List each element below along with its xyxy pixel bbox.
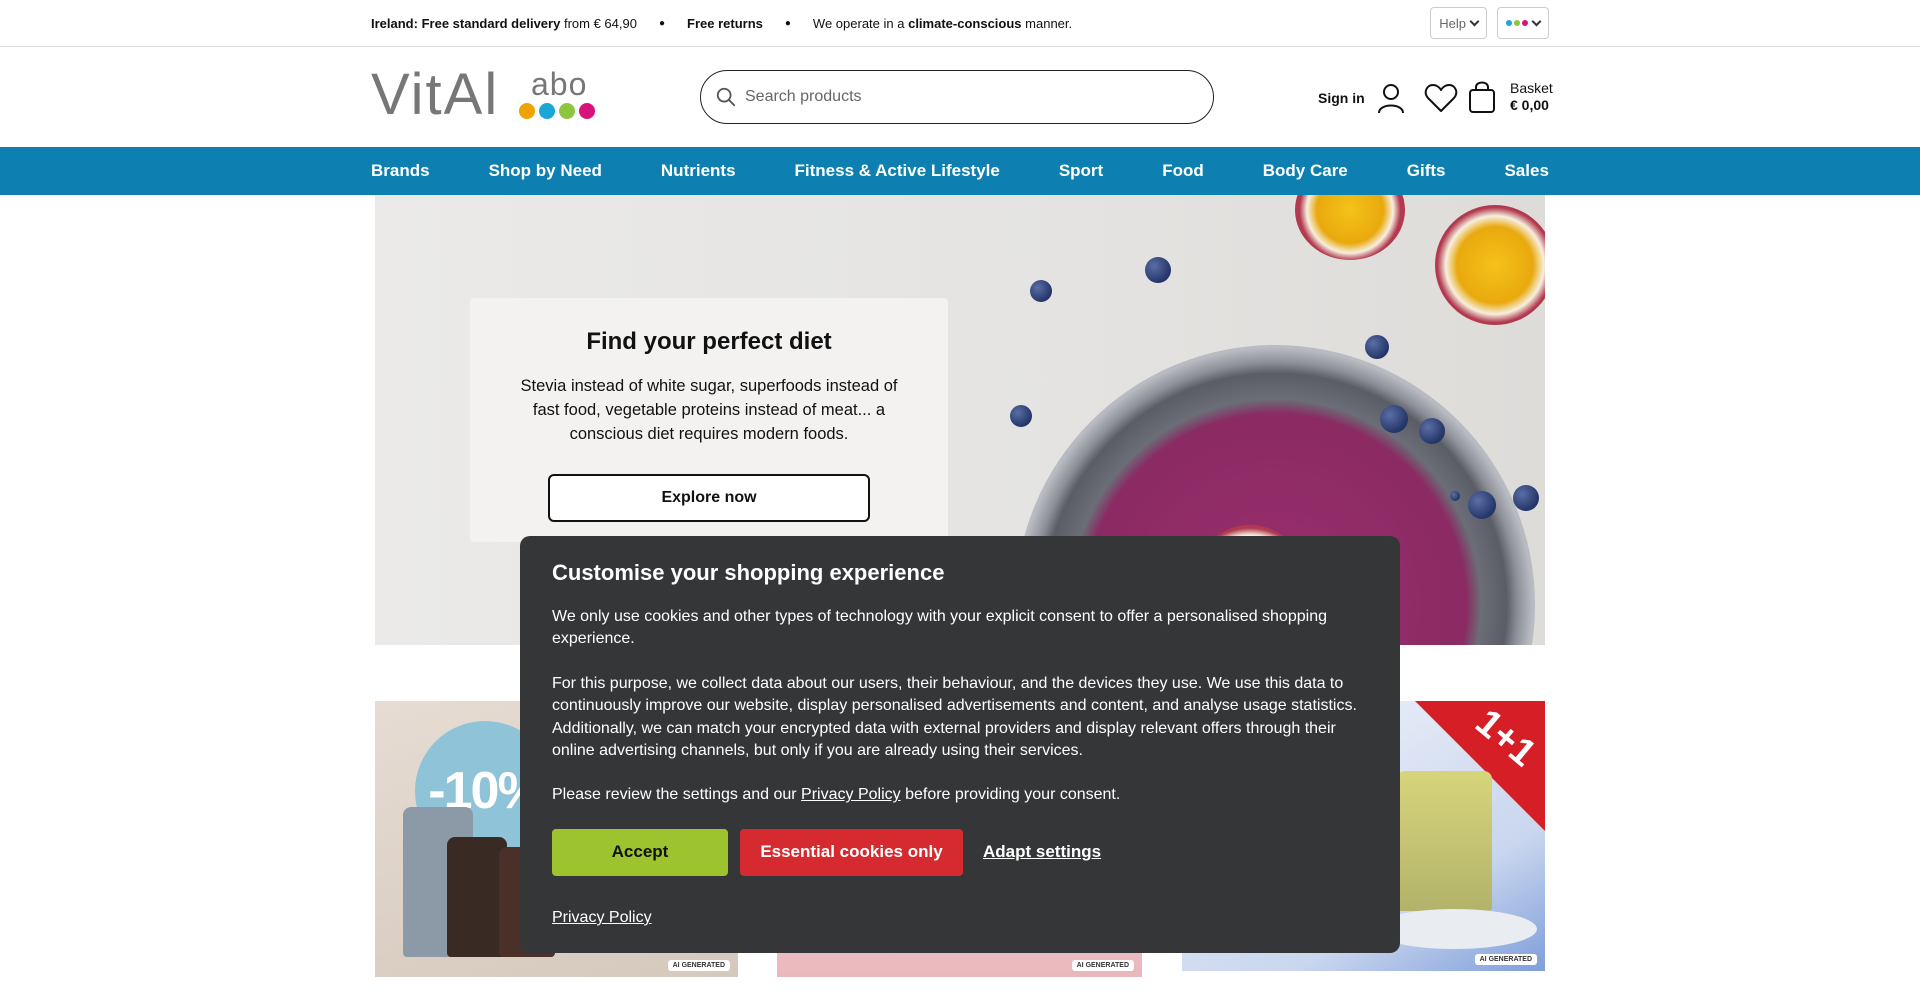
- delivery-country: Ireland:: [371, 15, 418, 31]
- privacy-policy-link[interactable]: Privacy Policy: [552, 909, 652, 927]
- adapt-settings-link[interactable]: Adapt settings: [983, 842, 1101, 862]
- ai-generated-badge: AI GENERATED: [1474, 954, 1537, 965]
- site-header: VitAl abo Sign in Basket € 0,00: [0, 47, 1920, 147]
- brand-dots-icon: [1506, 20, 1528, 26]
- nav-item-sales[interactable]: Sales: [1504, 161, 1548, 181]
- cookie-p3-pre: Please review the settings and our: [552, 786, 797, 804]
- climate-post: manner.: [1025, 15, 1073, 31]
- accept-button[interactable]: Accept: [552, 828, 728, 876]
- delivery-info: Ireland: Free standard delivery from € 6…: [371, 16, 637, 31]
- separator-dot: ●: [784, 17, 791, 29]
- climate-pre: We operate in a: [812, 15, 905, 31]
- cookie-title: Customise your shopping experience: [552, 560, 945, 585]
- chevron-down-icon: [1531, 16, 1542, 26]
- basket-summary: Basket € 0,00: [1510, 80, 1553, 114]
- main-navigation: Brands Shop by Need Nutrients Fitness & …: [0, 147, 1920, 195]
- nav-item-brands[interactable]: Brands: [371, 161, 430, 181]
- ai-generated-badge: AI GENERATED: [1071, 960, 1134, 971]
- search-icon: [716, 87, 736, 107]
- nav-item-gifts[interactable]: Gifts: [1407, 161, 1446, 181]
- cookie-paragraph-1: We only use cookies and other types of t…: [552, 608, 1327, 648]
- nav-item-nutrients[interactable]: Nutrients: [661, 161, 736, 181]
- help-dropdown[interactable]: Help: [1430, 7, 1487, 39]
- basket-label: Basket: [1510, 80, 1553, 96]
- cookie-p3-post: before providing your consent.: [905, 786, 1121, 804]
- logo-sub-text: abo: [531, 66, 588, 102]
- search-bar[interactable]: [700, 70, 1214, 124]
- climate-info: We operate in a climate-conscious manner…: [813, 16, 1072, 31]
- cookie-consent-dialog: Customise your shopping experience We on…: [520, 536, 1400, 953]
- hero-description: Stevia instead of white sugar, superfood…: [520, 377, 898, 443]
- shopping-bag-icon: [1464, 79, 1500, 115]
- nav-item-shop-by-need[interactable]: Shop by Need: [489, 161, 602, 181]
- country-dropdown[interactable]: [1497, 7, 1549, 39]
- top-info-bar: Ireland: Free standard delivery from € 6…: [0, 0, 1920, 47]
- search-input[interactable]: [745, 88, 1185, 106]
- nav-item-food[interactable]: Food: [1162, 161, 1204, 181]
- blueberry-image: [1010, 405, 1032, 427]
- vitalabo-logo[interactable]: VitAl abo: [371, 62, 595, 127]
- blueberry-image: [1419, 418, 1445, 444]
- account-area[interactable]: Sign in: [1318, 80, 1459, 116]
- blueberry-image: [1380, 405, 1408, 433]
- user-icon[interactable]: [1373, 80, 1409, 116]
- explore-now-button[interactable]: Explore now: [548, 474, 870, 522]
- basket-button[interactable]: Basket € 0,00: [1464, 79, 1553, 115]
- delivery-bold: Free standard delivery: [421, 15, 561, 31]
- passion-fruit-image: [1435, 205, 1545, 325]
- delivery-threshold: from € 64,90: [563, 15, 637, 31]
- product-jar-image: [1397, 771, 1492, 911]
- blueberry-image: [1513, 485, 1539, 511]
- nav-item-fitness[interactable]: Fitness & Active Lifestyle: [795, 161, 1000, 181]
- ai-generated-badge: AI GENERATED: [667, 960, 730, 971]
- returns-info: Free returns: [687, 15, 763, 31]
- hero-title: Find your perfect diet: [586, 328, 832, 355]
- cookie-paragraph-2: For this purpose, we collect data about …: [552, 674, 1357, 760]
- cookie-paragraph-3: Please review the settings and our Priva…: [552, 784, 1368, 806]
- essential-cookies-button[interactable]: Essential cookies only: [740, 828, 963, 876]
- help-label: Help: [1439, 15, 1466, 31]
- blueberry-image: [1145, 257, 1171, 283]
- separator-dot: ●: [658, 17, 665, 29]
- product-bottle-image: [447, 837, 507, 957]
- blueberry-image: [1450, 491, 1460, 501]
- basket-amount: € 0,00: [1510, 97, 1549, 113]
- climate-bold: climate-conscious: [908, 15, 1022, 31]
- heart-icon[interactable]: [1423, 80, 1459, 116]
- nav-item-sport[interactable]: Sport: [1059, 161, 1103, 181]
- blueberry-image: [1365, 335, 1389, 359]
- nav-item-body-care[interactable]: Body Care: [1263, 161, 1348, 181]
- logo-dots: [519, 103, 595, 119]
- chevron-down-icon: [1469, 16, 1480, 26]
- privacy-policy-inline-link[interactable]: Privacy Policy: [801, 786, 901, 803]
- logo-main-text: VitAl: [371, 62, 500, 127]
- signin-label[interactable]: Sign in: [1318, 90, 1365, 106]
- blueberry-image: [1030, 280, 1052, 302]
- blueberry-image: [1468, 491, 1496, 519]
- hero-card: Find your perfect diet Stevia instead of…: [470, 298, 948, 542]
